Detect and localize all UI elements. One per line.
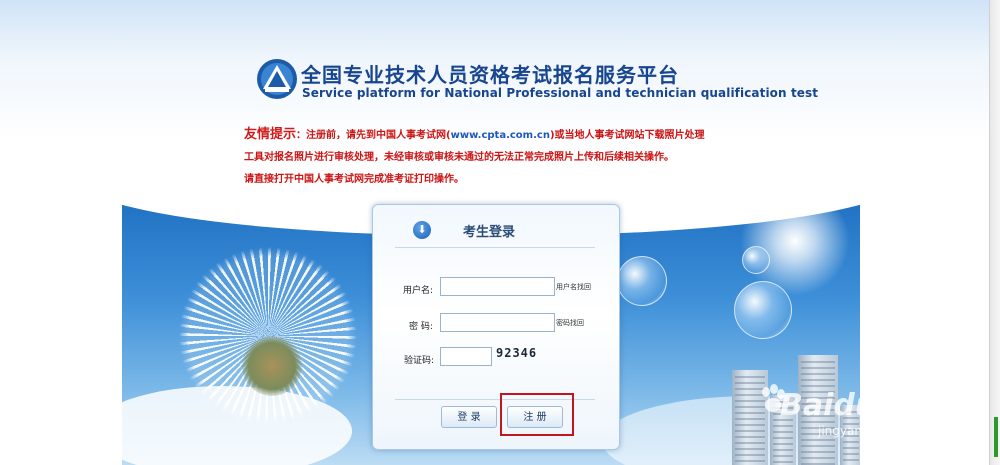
scrollbar[interactable] [989,0,1000,465]
arrow-down-icon: ⬇ [413,221,431,239]
cpta-link[interactable]: www.cpta.com.cn [451,130,550,141]
notice-line1b: )或当地人事考试网站下载照片处理 [549,130,705,141]
sun-glow [740,186,850,296]
register-highlight-box [500,393,574,436]
notice-text: 友情提示：注册前，请先到中国人事考试网(www.cpta.com.cn)或当地人… [244,124,764,191]
site-header: 全国专业技术人员资格考试报名服务平台 Service platform for … [255,55,818,105]
bubble [617,256,667,306]
password-recover-link[interactable]: 密码找回 [556,318,584,328]
login-panel: ⬇ 考生登录 用户名: 用户名找回 密 码: 密码找回 验证码: 92346 登… [372,204,620,450]
password-label: 密 码: [409,322,433,332]
password-input[interactable] [440,313,555,332]
captcha-label: 验证码: [404,356,435,366]
username-recover-link[interactable]: 用户名找回 [556,282,591,292]
watermark-url: jingyan.baidu.com [818,424,929,438]
notice-line2: 工具对报名照片进行审核处理，未经审核或审核未通过的无法正常完成照片上传和后续相关… [244,152,674,163]
watermark-brand: Baidu 经验 [780,388,947,423]
captcha-image[interactable]: 92346 [496,346,556,364]
platform-logo-icon [257,59,297,99]
scroll-indicator [994,417,998,457]
baidu-watermark: Baidu 经验 jingyan.baidu.com [760,380,960,450]
notice-lead: 友情提示 [244,127,297,142]
platform-title: 全国专业技术人员资格考试报名服务平台 [301,63,679,87]
login-button[interactable]: 登 录 [441,406,497,428]
bubble [734,281,792,339]
notice-line1a: ：注册前，请先到中国人事考试网( [296,130,451,141]
username-label: 用户名: [403,286,434,296]
username-input[interactable] [440,277,555,296]
platform-subtitle: Service platform for National Profession… [302,86,819,100]
dandelion-core [242,336,302,396]
bubble [742,246,770,274]
captcha-input[interactable] [440,347,492,366]
divider [395,247,595,248]
login-title: 考生登录 [463,225,516,240]
